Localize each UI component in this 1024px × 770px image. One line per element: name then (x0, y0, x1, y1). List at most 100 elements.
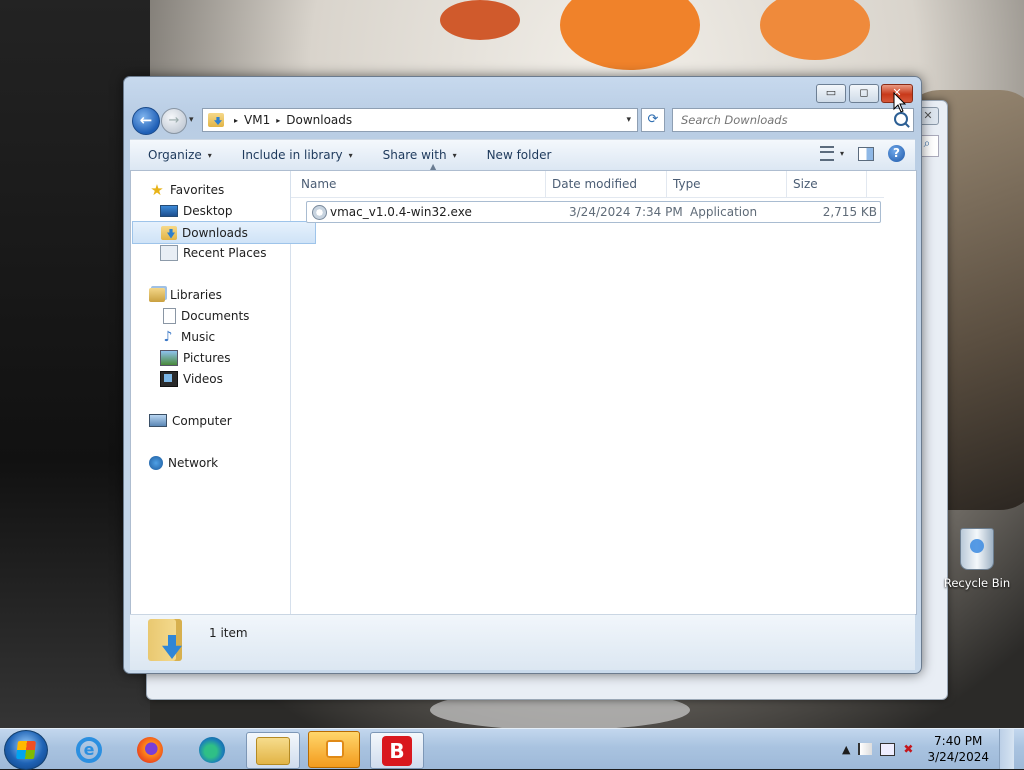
breadcrumb-downloads[interactable]: Downloads (286, 113, 352, 127)
sidebar-item-music[interactable]: ♪ Music (131, 326, 317, 347)
recent-places-icon (160, 244, 178, 261)
new-folder-button[interactable]: New folder (487, 148, 552, 162)
share-with-menu[interactable]: Share with ▾ (383, 148, 457, 162)
chevron-down-icon: ▾ (452, 150, 457, 160)
refresh-button[interactable]: ⟳ (641, 108, 665, 132)
organize-label: Organize (148, 148, 202, 162)
help-icon[interactable]: ? (888, 145, 905, 162)
sidebar-item-label: Libraries (170, 287, 222, 302)
include-in-library-menu[interactable]: Include in library ▾ (242, 148, 353, 162)
file-date-modified: 3/24/2024 7:34 PM (569, 205, 683, 219)
action-center-flag-icon[interactable] (858, 743, 873, 755)
chevron-down-icon: ▾ (207, 150, 212, 160)
search-box[interactable] (672, 108, 914, 132)
sidebar-item-label: Recent Places (183, 245, 267, 260)
search-icon[interactable] (894, 112, 908, 126)
mouse-cursor-icon (893, 92, 907, 113)
sidebar-item-pictures[interactable]: Pictures (131, 347, 317, 368)
title-bar[interactable]: ▭ ◻ ✕ (124, 77, 921, 105)
breadcrumb-separator[interactable]: ▸ (234, 116, 238, 125)
show-hidden-icons-button[interactable]: ▲ (842, 743, 850, 756)
sidebar-item-label: Favorites (170, 182, 225, 197)
sidebar-item-network[interactable]: Network (131, 452, 306, 473)
application-icon (312, 205, 327, 220)
b-app-icon: B (382, 735, 412, 766)
edge-browser-icon (199, 736, 225, 763)
preview-pane-icon[interactable] (858, 146, 874, 161)
search-input[interactable] (679, 109, 888, 131)
file-list-pane[interactable]: ▲ Name Date modified Type Size vmac_v1.0… (291, 162, 916, 614)
column-headers: ▲ Name Date modified Type Size (291, 162, 884, 198)
desktop-icon-recycle-bin[interactable]: Recycle Bin (943, 528, 1011, 590)
minimize-button[interactable]: ▭ (816, 84, 846, 103)
start-button[interactable] (4, 730, 48, 770)
sidebar-item-downloads[interactable]: Downloads (132, 221, 316, 244)
breadcrumb-separator[interactable]: ▸ (276, 116, 280, 125)
media-player-icon (308, 731, 360, 768)
libraries-icon (149, 287, 165, 302)
sidebar-item-label: Documents (181, 308, 250, 323)
network-globe-icon (149, 455, 163, 470)
taskbar: e B ▲ ✖ 7:40 PM 3/24/2024 (0, 728, 1024, 770)
sidebar-item-libraries[interactable]: Libraries (131, 284, 306, 305)
sidebar-item-favorites[interactable]: ★ Favorites (131, 179, 306, 200)
sidebar-item-label: Desktop (183, 203, 233, 218)
downloads-folder-icon (208, 113, 224, 127)
taskbar-app-file-explorer[interactable] (246, 732, 300, 769)
back-button[interactable]: ← (132, 107, 160, 135)
column-header-name[interactable]: Name (291, 171, 546, 197)
include-in-library-label: Include in library (241, 148, 343, 162)
taskbar-app-media-player[interactable] (308, 731, 360, 768)
item-count: 1 item (209, 626, 248, 640)
sidebar-item-computer[interactable]: Computer (131, 410, 306, 431)
recycle-bin-label: Recycle Bin (943, 576, 1011, 590)
desktop-icon (160, 204, 178, 217)
taskbar-app-edge[interactable] (186, 732, 238, 767)
column-header-size[interactable]: Size (787, 171, 867, 197)
maximize-button[interactable]: ◻ (849, 84, 879, 103)
taskbar-app-internet-explorer[interactable]: e (63, 732, 115, 767)
command-bar: Organize ▾ Include in library ▾ Share wi… (130, 139, 915, 171)
volume-muted-icon[interactable]: ✖ (903, 742, 913, 756)
sidebar-item-label: Music (181, 329, 216, 344)
forward-button[interactable]: → (161, 108, 187, 134)
breadcrumb-vm1[interactable]: VM1 (244, 113, 270, 127)
new-folder-label: New folder (486, 148, 552, 162)
document-icon (163, 307, 176, 324)
file-type: Application (690, 205, 758, 219)
sidebar-item-desktop[interactable]: Desktop (131, 200, 317, 221)
system-tray: ▲ ✖ 7:40 PM 3/24/2024 (842, 729, 1014, 769)
downloads-folder-icon (161, 225, 177, 240)
sidebar-item-recent-places[interactable]: Recent Places (131, 242, 317, 263)
address-history-dropdown[interactable]: ▾ (626, 115, 631, 125)
firefox-icon (137, 736, 163, 763)
file-explorer-icon (256, 736, 290, 765)
column-header-type[interactable]: Type (667, 171, 787, 197)
organize-menu[interactable]: Organize ▾ (148, 148, 212, 162)
change-view-icon[interactable] (819, 146, 834, 161)
taskbar-app-b[interactable]: B (370, 732, 424, 769)
file-name: vmac_v1.0.4-win32.exe (330, 205, 472, 219)
show-desktop-button[interactable] (999, 729, 1014, 769)
star-icon: ★ (150, 180, 164, 199)
sort-ascending-icon: ▲ (430, 162, 437, 171)
taskbar-app-firefox[interactable] (124, 732, 176, 767)
view-options-chevron-icon[interactable]: ▾ (840, 149, 844, 158)
pictures-icon (160, 349, 178, 366)
sidebar-item-label: Videos (183, 371, 223, 386)
network-status-icon[interactable] (880, 742, 896, 756)
details-pane: 1 item (130, 614, 915, 670)
clock-date: 3/24/2024 (927, 750, 989, 764)
file-row[interactable]: vmac_v1.0.4-win32.exe 3/24/2024 7:34 PM … (306, 201, 881, 223)
sidebar-item-label: Downloads (182, 225, 248, 240)
navigation-bar: ← → ▾ ▸ VM1 ▸ Downloads ▾ ⟳ (132, 107, 914, 135)
sidebar-item-videos[interactable]: Videos (131, 368, 317, 389)
sidebar-item-label: Network (168, 455, 219, 470)
music-note-icon: ♪ (163, 328, 173, 345)
navigation-pane: ★ Favorites Desktop Downloads Recent Pla… (131, 171, 316, 614)
recent-pages-dropdown[interactable]: ▾ (189, 115, 194, 125)
column-header-date-modified[interactable]: Date modified (546, 171, 667, 197)
address-bar[interactable]: ▸ VM1 ▸ Downloads ▾ (202, 108, 638, 132)
explorer-window: ▭ ◻ ✕ ← → ▾ ▸ VM1 ▸ Downloads ▾ ⟳ Organi… (123, 76, 922, 674)
clock[interactable]: 7:40 PM 3/24/2024 (927, 733, 989, 765)
